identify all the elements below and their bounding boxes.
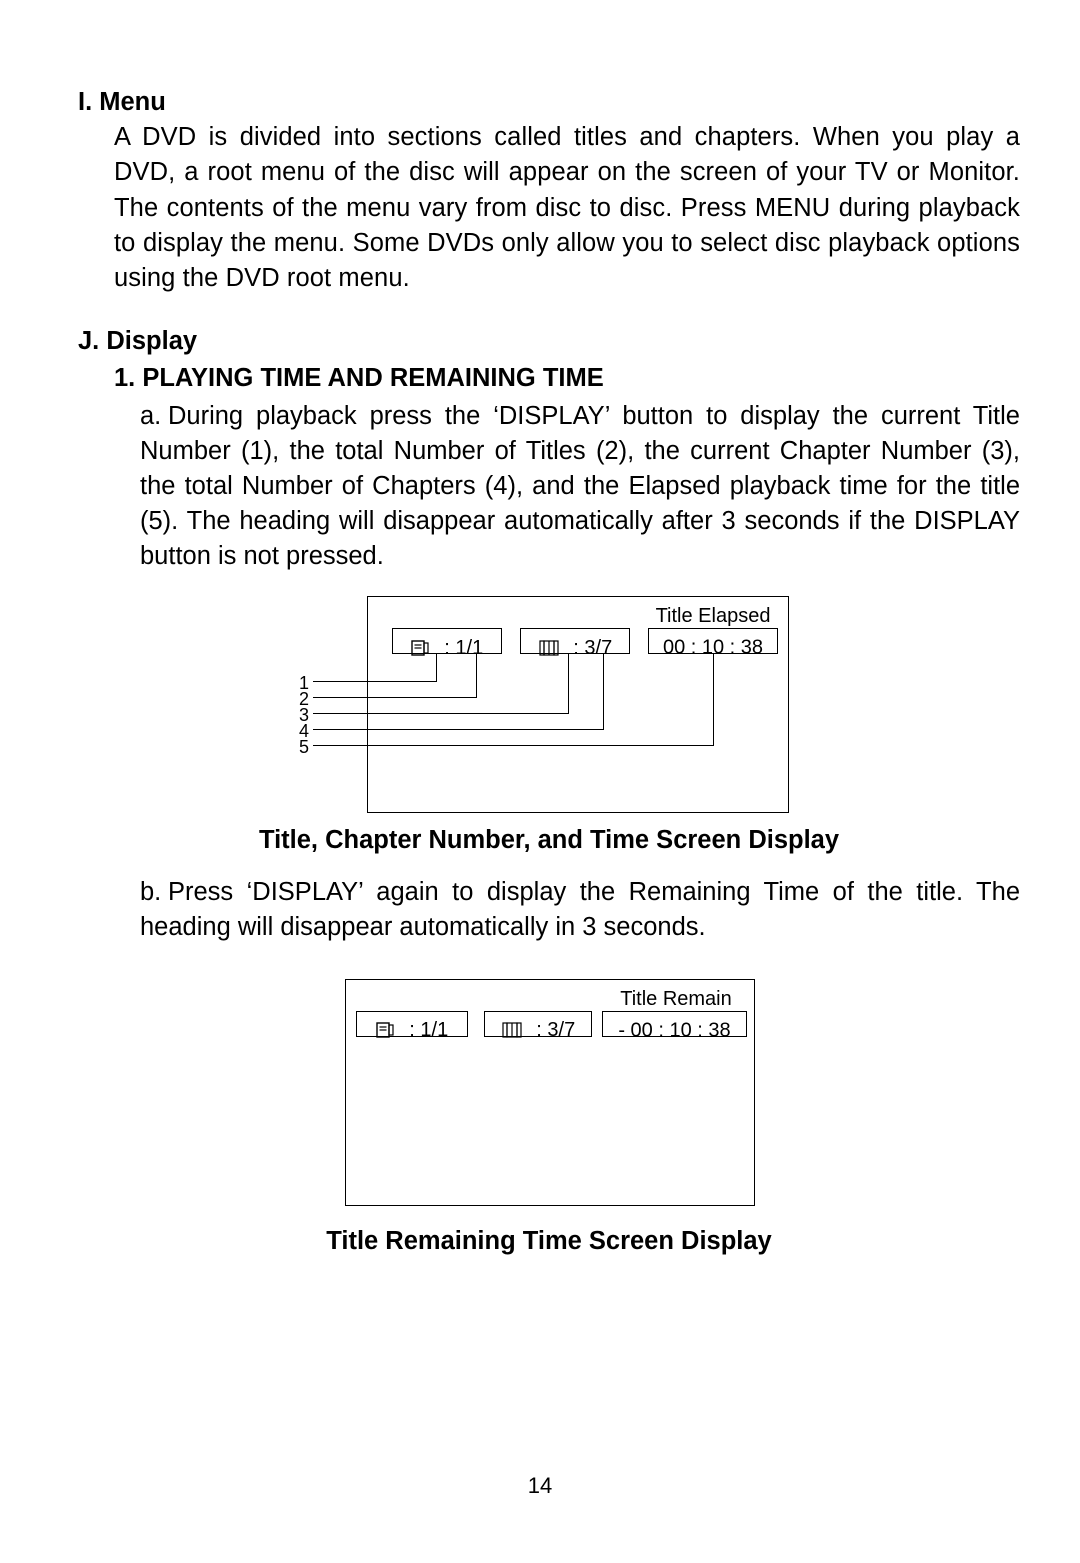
figure-2: Title Remain : 1/1 : 3/7 - 00 : 10 : 38 [345,979,753,1206]
osd1-chapter-ratio: : 3/7 [568,637,612,659]
osd1-top-label: Title Elapsed [648,603,778,631]
callout-v3 [568,654,569,714]
osd2-top-label: Title Remain [606,986,746,1014]
callout-v5 [713,654,714,746]
callout-v1 [436,654,437,682]
figure-1: Title Elapsed : 1/1 : 3/7 00 : 10 : 38 [309,596,789,813]
section-j1-heading: 1. PLAYING TIME AND REMAINING TIME [114,361,1020,396]
osd-screen-1: Title Elapsed : 1/1 : 3/7 00 : 10 : 38 [367,596,789,813]
item-a-prefix: a. [140,399,168,434]
osd2-title-ratio: : 1/1 [404,1019,448,1041]
osd2-chapter-ratio: : 3/7 [531,1019,575,1041]
osd1-chapter-cell: : 3/7 [520,628,630,654]
item-a-text: During playback press the ‘DISPLAY’ butt… [140,402,1020,571]
callout-h2 [313,697,477,698]
title-icon [376,1022,396,1038]
section-i-body: A DVD is divided into sections called ti… [114,120,1020,296]
callout-h3 [313,713,569,714]
osd2-chapter-cell: : 3/7 [484,1011,592,1037]
manual-page: I. Menu A DVD is divided into sections c… [0,0,1080,1563]
title-icon [411,640,431,656]
item-a: a.During playback press the ‘DISPLAY’ bu… [140,399,1020,575]
callout-v4 [603,654,604,730]
osd2-time: - 00 : 10 : 38 [618,1019,730,1041]
osd1-title-cell: : 1/1 [392,628,502,654]
page-number: 14 [0,1471,1080,1501]
section-j-heading: J. Display [78,324,1020,359]
callout-h5 [313,745,714,746]
item-b-prefix: b. [140,875,168,910]
callout-5: 5 [289,735,309,760]
figure-1-caption: Title, Chapter Number, and Time Screen D… [78,823,1020,858]
chapter-icon [538,640,560,656]
callout-v2 [476,654,477,698]
chapter-icon [501,1022,523,1038]
osd2-title-cell: : 1/1 [356,1011,468,1037]
section-i-heading: I. Menu [78,85,1020,120]
item-b-text: Press ‘DISPLAY’ again to display the Rem… [140,878,1020,941]
osd1-time-cell: 00 : 10 : 38 [648,628,778,654]
callout-h4 [313,729,604,730]
figure-2-caption: Title Remaining Time Screen Display [78,1224,1020,1259]
item-b: b.Press ‘DISPLAY’ again to display the R… [140,875,1020,945]
osd-screen-2: Title Remain : 1/1 : 3/7 - 00 : 10 : 38 [345,979,755,1206]
callout-h1 [313,681,437,682]
osd2-time-cell: - 00 : 10 : 38 [602,1011,747,1037]
